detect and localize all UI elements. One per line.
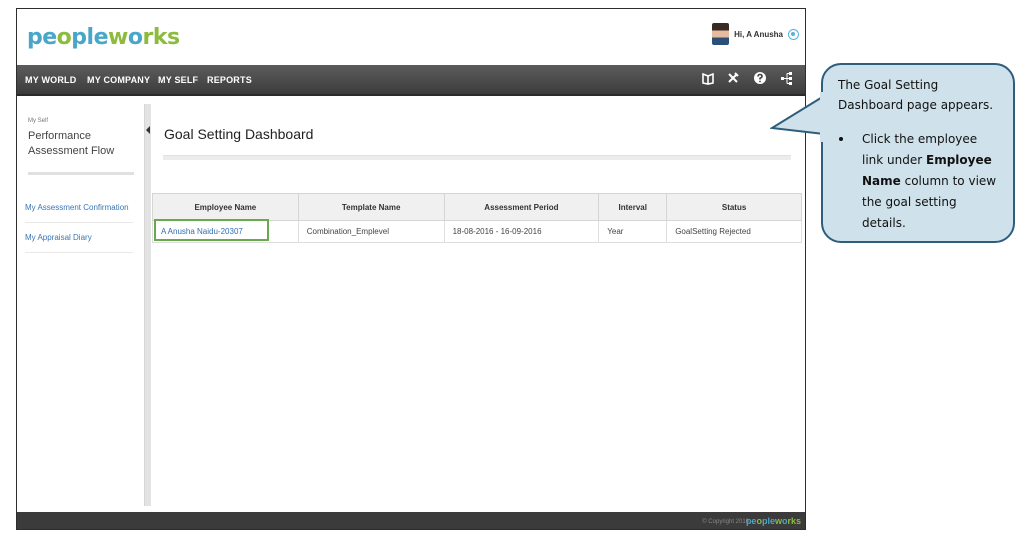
bullet-icon [839, 137, 843, 141]
sidebar-item-my-assessment-confirmation[interactable]: My Assessment Confirmation [25, 203, 129, 212]
table-header-row: Employee Name Template Name Assessment P… [152, 193, 802, 221]
column-header-status[interactable]: Status [666, 193, 802, 221]
divider [28, 172, 134, 175]
column-header-employee-name[interactable]: Employee Name [152, 193, 299, 221]
status-cell: GoalSetting Rejected [666, 220, 802, 243]
peopleworks-logo[interactable]: peopleworks [27, 25, 180, 50]
footer-logo: peopleworks [745, 516, 801, 526]
callout-intro: The Goal Setting Dashboard page appears. [838, 78, 994, 112]
column-header-template-name[interactable]: Template Name [297, 193, 445, 221]
page-title: Goal Setting Dashboard [164, 126, 314, 142]
nav-my-world[interactable]: MY WORLD [25, 75, 76, 85]
goal-setting-table: Employee Name Template Name Assessment P… [152, 193, 802, 243]
book-icon[interactable] [700, 71, 716, 87]
copyright-text: © Copyright 2016 [702, 519, 749, 525]
breadcrumb[interactable]: My Self [28, 118, 48, 124]
divider [163, 155, 791, 160]
sidebar-title: Performance Assessment Flow [28, 130, 115, 157]
collapse-arrow-icon[interactable] [146, 126, 151, 134]
nav-reports[interactable]: REPORTS [207, 75, 252, 85]
interval-cell: Year [598, 220, 668, 243]
employee-name-link[interactable]: A Anusha Naidu-20307 [152, 219, 299, 243]
nav-my-self[interactable]: MY SELF [158, 75, 198, 85]
template-name-cell: Combination_Emplevel [297, 220, 445, 243]
callout-seam [820, 92, 826, 142]
column-header-interval[interactable]: Interval [598, 193, 668, 221]
column-header-assessment-period[interactable]: Assessment Period [443, 193, 600, 221]
tools-icon[interactable] [725, 71, 741, 87]
divider [25, 222, 133, 223]
app-window: peopleworks Hi, A Anusha MY WORLD MY COM… [16, 8, 806, 530]
highlight-box [154, 219, 269, 241]
assessment-period-cell: 18-08-2016 - 16-09-2016 [443, 220, 600, 243]
settings-gear-icon[interactable] [788, 28, 799, 40]
table-row: A Anusha Naidu-20307 Combination_Empleve… [152, 219, 802, 243]
footer: © Copyright 2016 peopleworks [17, 512, 805, 529]
main-navbar: MY WORLD MY COMPANY MY SELF REPORTS [17, 65, 805, 96]
tutorial-slide: peopleworks Hi, A Anusha MY WORLD MY COM… [0, 0, 1022, 539]
top-bar: peopleworks Hi, A Anusha [17, 9, 805, 65]
nav-my-company[interactable]: MY COMPANY [87, 75, 150, 85]
callout-pointer [770, 95, 825, 135]
avatar[interactable] [712, 23, 730, 45]
sitemap-icon[interactable] [779, 71, 795, 87]
sidebar-splitter[interactable] [145, 104, 151, 506]
divider [25, 252, 133, 253]
sidebar-item-my-appraisal-diary[interactable]: My Appraisal Diary [25, 233, 92, 242]
user-greeting[interactable]: Hi, A Anusha [734, 30, 783, 39]
help-icon[interactable] [752, 71, 768, 87]
main-content: Goal Setting Dashboard Employee Name Tem… [152, 104, 804, 506]
user-menu: Hi, A Anusha [712, 23, 799, 45]
sidebar: My Self Performance Assessment Flow My A… [17, 104, 145, 506]
